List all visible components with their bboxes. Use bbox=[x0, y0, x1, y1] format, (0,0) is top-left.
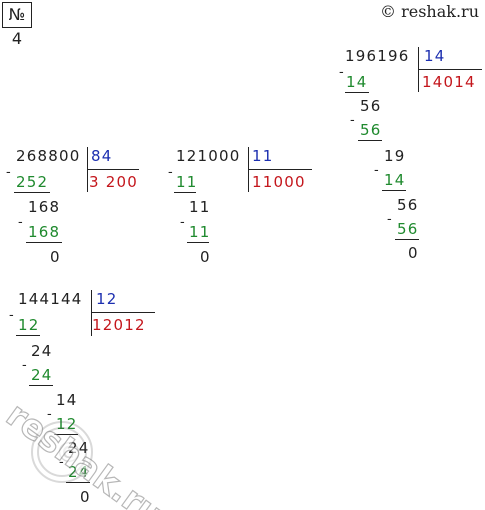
division-bar-horizontal bbox=[248, 169, 312, 170]
minus-sign: - bbox=[350, 113, 355, 128]
dividend: 196196 bbox=[345, 47, 410, 65]
subtrahend: 14 bbox=[384, 171, 406, 189]
subtrahend: 11 bbox=[176, 173, 198, 191]
subtrahend: 12 bbox=[56, 415, 78, 433]
dividend: 268800 bbox=[16, 147, 81, 165]
underline bbox=[26, 242, 62, 243]
subtrahend: 24 bbox=[68, 463, 90, 481]
underline bbox=[16, 335, 40, 336]
underline bbox=[358, 140, 382, 141]
task-number-label: № 4 bbox=[2, 2, 32, 48]
quotient: 11000 bbox=[252, 173, 306, 191]
subtrahend: 56 bbox=[397, 220, 419, 238]
minus-sign: - bbox=[180, 215, 185, 230]
reshak-watermark: © reshak.ru bbox=[0, 394, 171, 510]
minus-sign: - bbox=[18, 215, 23, 230]
remainder: 0 bbox=[80, 488, 91, 506]
quotient: 14014 bbox=[422, 73, 476, 91]
remainder: 0 bbox=[50, 248, 61, 266]
remainder: 0 bbox=[200, 248, 211, 266]
underline bbox=[345, 92, 369, 93]
minus-sign: - bbox=[168, 165, 173, 180]
dividend: 144144 bbox=[18, 290, 83, 308]
minus-sign: - bbox=[387, 212, 392, 227]
minus-sign: - bbox=[9, 308, 14, 323]
underline bbox=[382, 190, 406, 191]
subtrahend: 24 bbox=[31, 366, 53, 384]
divisor: 11 bbox=[252, 147, 274, 165]
remainder: 24 bbox=[31, 342, 53, 360]
remainder: 11 bbox=[189, 198, 211, 216]
minus-sign: - bbox=[374, 163, 379, 178]
underline bbox=[187, 242, 209, 243]
underline bbox=[29, 385, 53, 386]
subtrahend: 14 bbox=[346, 73, 368, 91]
remainder: 56 bbox=[360, 97, 382, 115]
remainder: 168 bbox=[28, 198, 61, 216]
divisor: 14 bbox=[424, 47, 446, 65]
quotient: 3 200 bbox=[89, 173, 138, 191]
division-bar-horizontal bbox=[91, 312, 155, 313]
quotient: 12012 bbox=[92, 316, 146, 334]
minus-sign: - bbox=[59, 455, 64, 470]
minus-sign: - bbox=[22, 358, 27, 373]
remainder: 0 bbox=[408, 244, 419, 262]
dividend: 121000 bbox=[176, 147, 241, 165]
division-bar-horizontal bbox=[418, 69, 482, 70]
minus-sign: - bbox=[339, 65, 344, 80]
underline bbox=[395, 239, 419, 240]
minus-sign: - bbox=[6, 165, 11, 180]
underline bbox=[66, 482, 90, 483]
subtrahend: 168 bbox=[28, 223, 61, 241]
subtrahend: 12 bbox=[18, 316, 40, 334]
underline bbox=[14, 192, 50, 193]
underline bbox=[54, 434, 78, 435]
division-bar-horizontal bbox=[87, 169, 139, 170]
divisor: 12 bbox=[96, 290, 118, 308]
minus-sign: - bbox=[47, 407, 52, 422]
underline bbox=[174, 192, 196, 193]
source-credit: © reshak.ru bbox=[380, 2, 479, 21]
subtrahend: 56 bbox=[360, 121, 382, 139]
remainder: 19 bbox=[384, 147, 406, 165]
remainder: 56 bbox=[397, 196, 419, 214]
remainder: 24 bbox=[68, 439, 90, 457]
remainder: 14 bbox=[56, 391, 78, 409]
subtrahend: 11 bbox=[189, 223, 211, 241]
divisor: 84 bbox=[91, 147, 113, 165]
subtrahend: 252 bbox=[16, 173, 49, 191]
